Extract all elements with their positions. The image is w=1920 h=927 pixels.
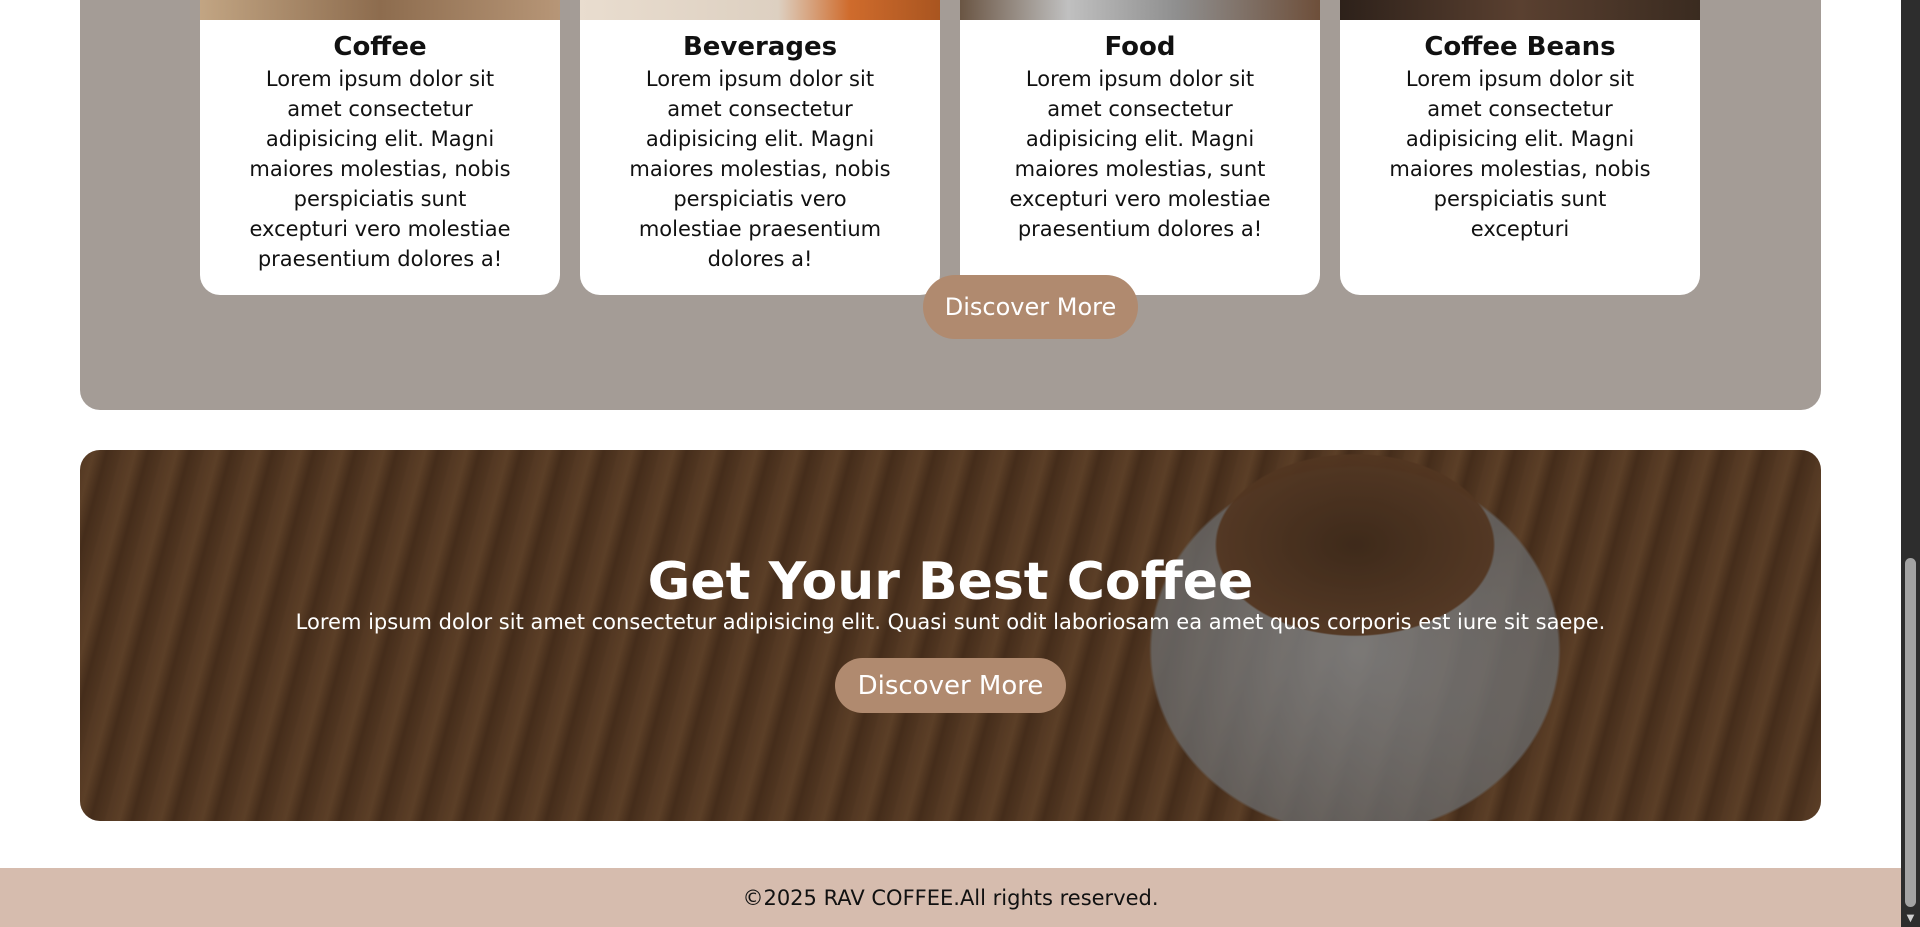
coffee-image	[200, 0, 560, 20]
hero-banner: Get Your Best Coffee Lorem ipsum dolor s…	[80, 450, 1821, 821]
product-card-food[interactable]: Food Lorem ipsum dolor sit amet consecte…	[960, 0, 1320, 295]
card-title: Food	[1104, 32, 1176, 62]
product-card-coffee[interactable]: Coffee Lorem ipsum dolor sit amet consec…	[200, 0, 560, 295]
coffee-beans-image	[1340, 0, 1700, 20]
card-description: Lorem ipsum dolor sit amet consectetur a…	[249, 67, 511, 271]
page-content: Coffee Lorem ipsum dolor sit amet consec…	[0, 0, 1901, 927]
scroll-down-arrow-icon[interactable]: ▼	[1904, 912, 1917, 924]
product-card-beverages[interactable]: Beverages Lorem ipsum dolor sit amet con…	[580, 0, 940, 295]
food-image	[960, 0, 1320, 20]
card-description: Lorem ipsum dolor sit amet consectetur a…	[629, 67, 891, 271]
card-text: Coffee Beans Lorem ipsum dolor sit amet …	[1340, 20, 1700, 295]
card-title: Coffee	[333, 32, 427, 62]
beverages-image	[580, 0, 940, 20]
footer: ©2025 RAV COFFEE.All rights reserved.	[0, 868, 1901, 927]
card-description: Lorem ipsum dolor sit amet consectetur a…	[1389, 67, 1651, 241]
card-description: Lorem ipsum dolor sit amet consectetur a…	[1009, 67, 1271, 241]
card-text: Beverages Lorem ipsum dolor sit amet con…	[580, 20, 940, 295]
card-title: Coffee Beans	[1424, 32, 1616, 62]
hero-subtitle: Lorem ipsum dolor sit amet consectetur a…	[295, 610, 1606, 634]
hero-content: Get Your Best Coffee Lorem ipsum dolor s…	[80, 450, 1821, 821]
discover-more-button[interactable]: Discover More	[923, 275, 1138, 339]
hero-title: Get Your Best Coffee	[647, 552, 1254, 612]
card-text: Coffee Lorem ipsum dolor sit amet consec…	[200, 20, 560, 295]
hero-discover-more-button[interactable]: Discover More	[835, 658, 1066, 713]
browser-viewport: Coffee Lorem ipsum dolor sit amet consec…	[0, 0, 1920, 927]
copyright-text: ©2025 RAV COFFEE.All rights reserved.	[742, 885, 1159, 910]
vertical-scrollbar[interactable]: ▼	[1901, 0, 1920, 927]
product-card-coffee-beans[interactable]: Coffee Beans Lorem ipsum dolor sit amet …	[1340, 0, 1700, 295]
scrollbar-thumb[interactable]	[1905, 558, 1916, 907]
products-section: Coffee Lorem ipsum dolor sit amet consec…	[80, 0, 1821, 410]
card-title: Beverages	[682, 32, 838, 62]
card-text: Food Lorem ipsum dolor sit amet consecte…	[960, 20, 1320, 295]
